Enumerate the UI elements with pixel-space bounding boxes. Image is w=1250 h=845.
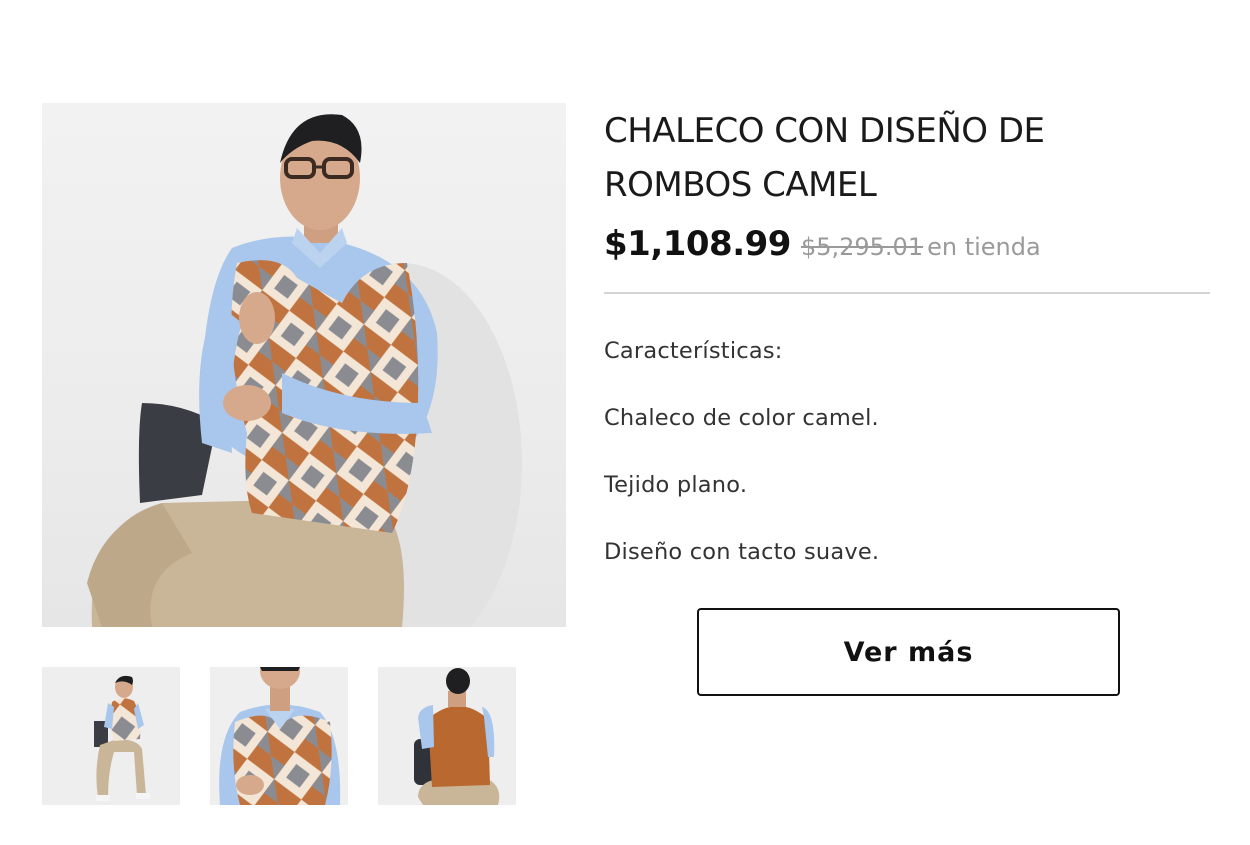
model-photo-icon (87, 114, 522, 627)
thumbnail-2[interactable] (210, 667, 348, 805)
features-heading: Características: (604, 338, 783, 364)
thumbnail-1[interactable] (42, 667, 180, 805)
ver-mas-button[interactable]: Ver más (697, 608, 1120, 696)
main-product-image[interactable] (42, 103, 566, 627)
sale-price: $1,108.99 (604, 224, 791, 264)
model-photo-full-body-icon (42, 667, 180, 805)
original-price: $5,295.01 (800, 233, 924, 261)
divider (604, 292, 1210, 294)
feature-item: Tejido plano. (604, 472, 748, 498)
price-note: en tienda (927, 233, 1041, 261)
model-photo-back-icon (378, 667, 516, 805)
feature-list: Características: Chaleco de color camel.… (604, 335, 1204, 603)
feature-item: Diseño con tacto suave. (604, 539, 880, 565)
thumbnail-3[interactable] (378, 667, 516, 805)
product-title: CHALECO CON DISEÑO DE ROMBOS CAMEL (604, 111, 1045, 205)
price-row: $1,108.99 $5,295.01 en tienda (604, 224, 1204, 264)
feature-item: Chaleco de color camel. (604, 405, 879, 431)
model-photo-closeup-icon (210, 667, 348, 805)
